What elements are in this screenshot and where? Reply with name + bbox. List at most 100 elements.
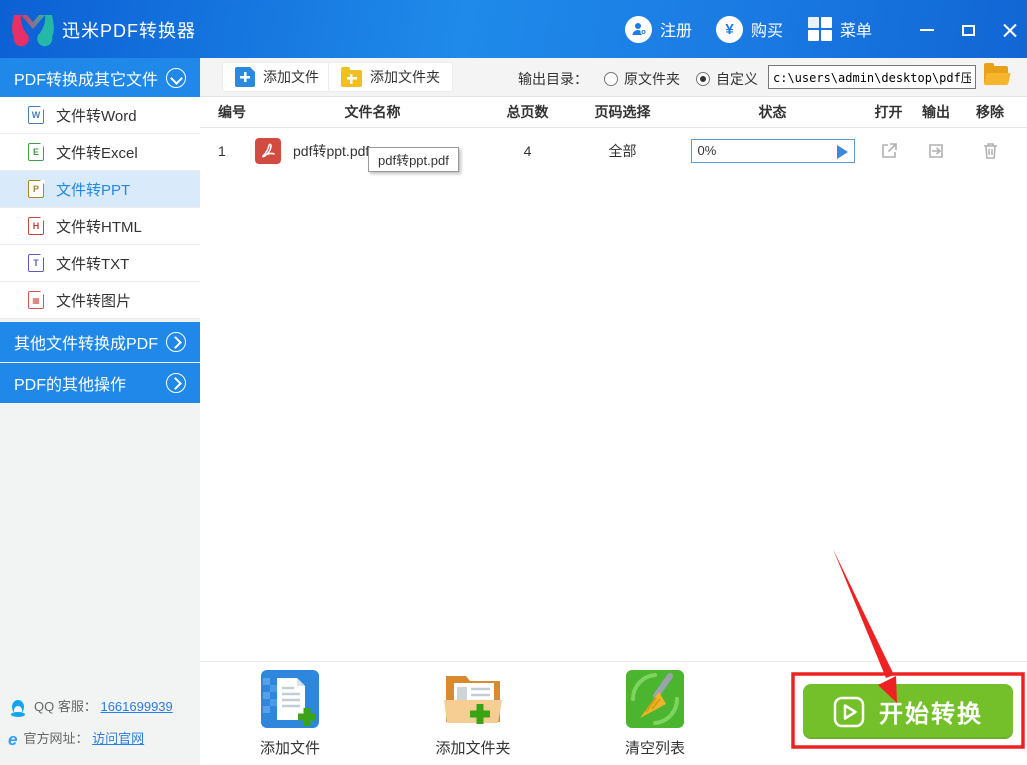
add-folder-big-icon [444,676,502,724]
progress-bar: 0% [690,138,855,163]
word-doc-icon: W [28,105,45,124]
add-folder-button[interactable]: 添加文件夹 [328,62,453,92]
add-file-icon [235,66,256,87]
start-convert-button[interactable]: 开始转换 [803,684,1013,739]
section-label: PDF的其他操作 [14,377,127,394]
progress-value: 0% [697,143,717,158]
radio-custom-label: 自定义 [716,71,758,87]
pdf-file-icon [255,137,281,164]
qq-number-link[interactable]: 1661699939 [100,699,172,714]
title-bar: 迅米PDF转换器 注册 ¥ 购买 菜单 [0,0,1027,58]
minimize-button[interactable] [912,18,942,42]
footer-add-folder-button[interactable]: 添加文件夹 [408,670,538,758]
table-header-row: 编号 文件名称 总页数 页码选择 状态 打开 输出 移除 [200,97,1027,128]
menu-button[interactable]: 菜单 [808,14,872,44]
row-num: 1 [218,142,226,159]
col-header-open: 打开 [874,104,903,120]
menu-label: 菜单 [840,23,873,40]
sidebar-item-word[interactable]: W 文件转Word [0,97,200,134]
sidebar-item-label: 文件转Word [56,107,137,125]
start-play-icon [833,696,865,727]
page-range[interactable]: 全部 [565,141,680,161]
app-title: 迅米PDF转换器 [62,21,196,41]
col-header-pages: 总页数 [506,104,549,120]
radio-original-icon [604,72,618,86]
play-icon[interactable] [836,144,848,159]
sidebar-item-ppt[interactable]: P 文件转PPT [0,171,200,208]
section-label: PDF转换成其它文件 [14,71,159,89]
register-user-icon [625,15,652,43]
excel-doc-icon: E [28,142,45,161]
add-file-big-icon [261,670,319,728]
sidebar-item-image[interactable]: ▦ 文件转图片 [0,282,200,319]
table-row[interactable]: 1 pdf转ppt.pdf 4 全部 0% [200,128,1027,173]
ie-icon: e [8,729,18,749]
output-path-input[interactable] [768,65,976,89]
sidebar-menu: W 文件转Word E 文件转Excel P 文件转PPT H 文件转HTML … [0,97,200,319]
filename-tooltip: pdf转ppt.pdf [368,147,459,172]
txt-doc-icon: T [28,253,45,272]
col-header-num: 编号 [218,104,246,120]
radio-custom[interactable]: 自定义 [696,69,758,89]
col-header-output: 输出 [922,104,950,120]
clear-list-broom-icon [626,670,684,728]
open-file-icon[interactable] [879,141,899,161]
image-icon: ▦ [28,290,45,309]
footer-divider [200,661,1027,662]
buy-button[interactable]: ¥ 购买 [716,14,783,44]
sidebar-item-excel[interactable]: E 文件转Excel [0,134,200,171]
sidebar-section-pdf-to-other[interactable]: PDF转换成其它文件 [0,58,200,97]
section-label: 其他文件转换成PDF [14,336,159,353]
sidebar-item-label: 文件转PPT [56,181,131,199]
sidebar-item-label: 文件转TXT [56,255,130,273]
minimize-icon [920,29,934,31]
browse-folder-icon[interactable] [984,63,1011,85]
ppt-doc-icon: P [28,179,45,198]
html-doc-icon: H [28,216,45,235]
trash-icon[interactable] [981,141,1000,161]
add-file-button[interactable]: 添加文件 [222,62,332,92]
sidebar-section-other-to-pdf[interactable]: 其他文件转换成PDF [0,322,200,362]
footer-add-file-label: 添加文件 [259,740,320,757]
start-convert-label: 开始转换 [879,701,983,728]
sidebar: PDF转换成其它文件 W 文件转Word E 文件转Excel P 文件转PPT… [0,58,200,765]
output-dir-label: 输出目录： [518,71,588,87]
official-site-line: e 官方网址： 访问官网 [8,728,198,750]
radio-custom-icon [696,72,710,86]
close-button[interactable] [995,18,1025,42]
sidebar-section-pdf-ops[interactable]: PDF的其他操作 [0,363,200,403]
sidebar-item-html[interactable]: H 文件转HTML [0,208,200,245]
annotation-arrow-shaft [833,549,894,678]
official-site-link[interactable]: 访问官网 [92,731,144,746]
footer-add-folder-label: 添加文件夹 [435,740,511,757]
menu-grid-icon [808,17,832,41]
add-folder-label: 添加文件夹 [370,69,440,85]
add-file-label: 添加文件 [263,69,319,85]
add-folder-icon [341,67,362,87]
site-label: 官方网址： [23,731,89,746]
sidebar-item-txt[interactable]: T 文件转TXT [0,245,200,282]
chevron-right-icon [166,332,186,352]
footer-clear-list-button[interactable]: 清空列表 [590,670,720,758]
maximize-icon [961,24,975,36]
file-name: pdf转ppt.pdf [293,142,370,159]
yen-icon: ¥ [716,15,743,43]
open-output-icon[interactable] [926,141,946,161]
radio-original-folder[interactable]: 原文件夹 [604,69,680,89]
app-window: 迅米PDF转换器 注册 ¥ 购买 菜单 添加文件 添加文件夹 输出目录： 原文件… [0,0,1027,765]
page-count: 4 [523,142,532,159]
footer-add-file-button[interactable]: 添加文件 [225,670,355,758]
col-header-range: 页码选择 [594,104,651,120]
register-button[interactable]: 注册 [625,14,692,44]
col-header-remove: 移除 [976,104,1004,120]
qq-support-line: QQ 客服： 1661699939 [8,696,198,718]
sidebar-item-label: 文件转图片 [56,292,132,310]
col-header-status: 状态 [758,104,787,120]
maximize-button[interactable] [953,18,983,42]
qq-label: QQ 客服： [34,699,97,714]
sidebar-item-label: 文件转Excel [56,144,138,162]
sidebar-item-label: 文件转HTML [56,218,142,236]
qq-icon [11,699,25,717]
chevron-right-icon [166,373,186,393]
buy-label: 购买 [751,23,784,40]
